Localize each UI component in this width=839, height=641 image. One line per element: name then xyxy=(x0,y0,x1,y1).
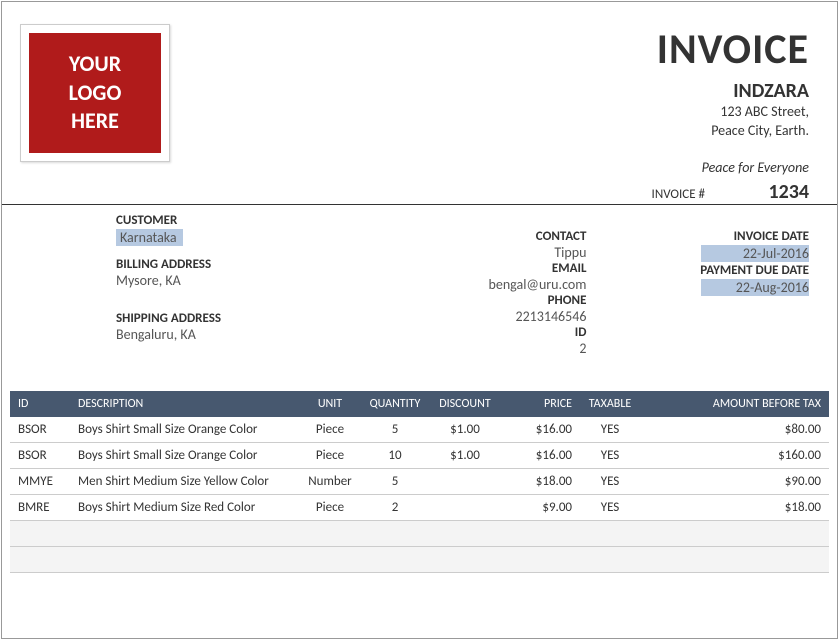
due-date-label: PAYMENT DUE DATE xyxy=(604,263,809,278)
logo-placeholder: YOUR LOGO HERE xyxy=(20,24,170,162)
th-unit: UNIT xyxy=(300,391,360,417)
due-date-value: 22-Aug-2016 xyxy=(701,279,809,296)
table-row: BSORBoys Shirt Small Size Orange ColorPi… xyxy=(10,417,829,443)
th-quantity: QUANTITY xyxy=(360,391,430,417)
cell-amount: $160.00 xyxy=(640,442,829,468)
cell-amount: $80.00 xyxy=(640,417,829,443)
id-value: 2 xyxy=(382,340,587,357)
invoice-title: INVOICE xyxy=(657,24,809,75)
cell-taxable: YES xyxy=(580,417,640,443)
info-section: CUSTOMER Karnataka BILLING ADDRESS Mysor… xyxy=(2,205,837,369)
th-price: PRICE xyxy=(500,391,580,417)
cell-id: BMRE xyxy=(10,494,70,520)
table-row-empty xyxy=(10,520,829,546)
invoice-page: YOUR LOGO HERE INVOICE INDZARA 123 ABC S… xyxy=(1,1,838,639)
billing-value: Mysore, KA xyxy=(116,272,382,289)
cell-discount xyxy=(430,468,500,494)
cell-discount: $1.00 xyxy=(430,442,500,468)
company-addr1: 123 ABC Street, xyxy=(657,103,809,122)
company-addr2: Peace City, Earth. xyxy=(657,122,809,141)
invoice-date-value: 22-Jul-2016 xyxy=(701,245,809,262)
cell-quantity: 5 xyxy=(360,417,430,443)
logo-line3: HERE xyxy=(71,107,119,134)
cell-price: $9.00 xyxy=(500,494,580,520)
th-description: DESCRIPTION xyxy=(70,391,300,417)
table-row: BSORBoys Shirt Small Size Orange ColorPi… xyxy=(10,442,829,468)
table-body: BSORBoys Shirt Small Size Orange ColorPi… xyxy=(10,417,829,573)
cell-id: MMYE xyxy=(10,468,70,494)
id-label: ID xyxy=(382,325,587,340)
cell-unit: Number xyxy=(300,468,360,494)
cell-amount: $18.00 xyxy=(640,494,829,520)
header-right: INVOICE INDZARA 123 ABC Street, Peace Ci… xyxy=(657,24,809,176)
table-row-empty xyxy=(10,546,829,572)
cell-taxable: YES xyxy=(580,442,640,468)
customer-label: CUSTOMER xyxy=(116,213,382,228)
shipping-label: SHIPPING ADDRESS xyxy=(116,311,382,326)
cell-unit: Piece xyxy=(300,417,360,443)
cell-price: $16.00 xyxy=(500,442,580,468)
cell-unit: Piece xyxy=(300,494,360,520)
logo-line1: YOUR xyxy=(69,50,121,77)
contact-column: CONTACT Tippu EMAIL bengal@uru.com PHONE… xyxy=(382,213,605,357)
cell-description: Boys Shirt Small Size Orange Color xyxy=(70,417,300,443)
logo-line2: LOGO xyxy=(69,79,122,106)
table-header-row: ID DESCRIPTION UNIT QUANTITY DISCOUNT PR… xyxy=(10,391,829,417)
company-name: INDZARA xyxy=(657,79,809,103)
cell-taxable: YES xyxy=(580,468,640,494)
cell-quantity: 5 xyxy=(360,468,430,494)
invoice-number-row: INVOICE # 1234 xyxy=(2,178,837,205)
customer-column: CUSTOMER Karnataka BILLING ADDRESS Mysor… xyxy=(116,213,382,357)
cell-discount xyxy=(430,494,500,520)
table-row: BMREBoys Shirt Medium Size Red ColorPiec… xyxy=(10,494,829,520)
billing-label: BILLING ADDRESS xyxy=(116,257,382,272)
cell-price: $16.00 xyxy=(500,417,580,443)
phone-label: PHONE xyxy=(382,293,587,308)
contact-label: CONTACT xyxy=(382,229,587,244)
cell-taxable: YES xyxy=(580,494,640,520)
invoice-number-value: 1234 xyxy=(729,180,809,204)
table-row: MMYEMen Shirt Medium Size Yellow ColorNu… xyxy=(10,468,829,494)
phone-value: 2213146546 xyxy=(382,308,587,325)
email-label: EMAIL xyxy=(382,261,587,276)
customer-value: Karnataka xyxy=(116,229,183,246)
cell-amount: $90.00 xyxy=(640,468,829,494)
cell-unit: Piece xyxy=(300,442,360,468)
header: YOUR LOGO HERE INVOICE INDZARA 123 ABC S… xyxy=(2,2,837,176)
empty-cell xyxy=(10,520,829,546)
cell-id: BSOR xyxy=(10,417,70,443)
cell-id: BSOR xyxy=(10,442,70,468)
company-tagline: Peace for Everyone xyxy=(657,159,809,176)
contact-value: Tippu xyxy=(382,244,587,261)
th-taxable: TAXABLE xyxy=(580,391,640,417)
dates-column: INVOICE DATE 22-Jul-2016 PAYMENT DUE DAT… xyxy=(604,213,809,357)
cell-quantity: 10 xyxy=(360,442,430,468)
logo-text: YOUR LOGO HERE xyxy=(29,33,161,153)
shipping-value: Bengaluru, KA xyxy=(116,326,382,343)
cell-description: Boys Shirt Medium Size Red Color xyxy=(70,494,300,520)
cell-description: Boys Shirt Small Size Orange Color xyxy=(70,442,300,468)
cell-price: $18.00 xyxy=(500,468,580,494)
th-discount: DISCOUNT xyxy=(430,391,500,417)
th-amount: AMOUNT BEFORE TAX xyxy=(640,391,829,417)
th-id: ID xyxy=(10,391,70,417)
line-items-table-wrap: ID DESCRIPTION UNIT QUANTITY DISCOUNT PR… xyxy=(2,369,837,573)
line-items-table: ID DESCRIPTION UNIT QUANTITY DISCOUNT PR… xyxy=(10,391,829,573)
email-value: bengal@uru.com xyxy=(382,276,587,293)
empty-cell xyxy=(10,546,829,572)
cell-discount: $1.00 xyxy=(430,417,500,443)
invoice-number-label: INVOICE # xyxy=(652,187,705,202)
cell-quantity: 2 xyxy=(360,494,430,520)
cell-description: Men Shirt Medium Size Yellow Color xyxy=(70,468,300,494)
invoice-date-label: INVOICE DATE xyxy=(604,229,809,244)
